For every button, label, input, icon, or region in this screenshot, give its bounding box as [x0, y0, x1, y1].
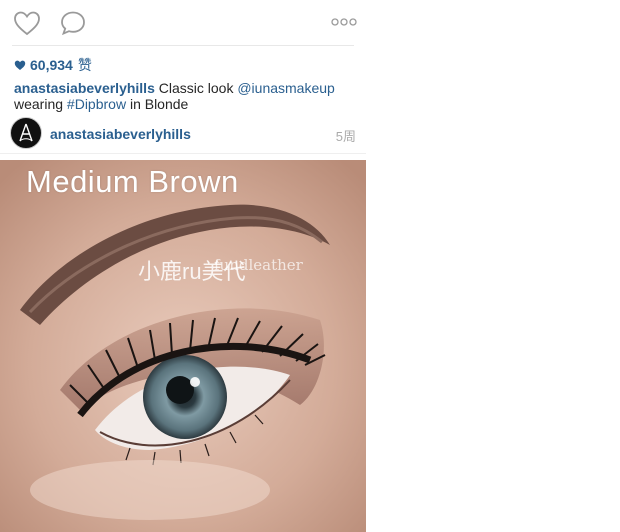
likes-number: 60,934 [30, 57, 73, 73]
post-timestamp: 5周 [335, 129, 356, 144]
likes-label: 赞 [77, 57, 92, 73]
post-header: anastasiabeverlyhills 5周 [0, 116, 366, 154]
comment-button[interactable] [58, 8, 88, 38]
caption-hashtag[interactable]: #Dipbrow [67, 96, 126, 112]
caption: anastasiabeverlyhills Classic look @iuna… [14, 80, 354, 120]
photo-watermark-faint: fundleather [214, 256, 303, 274]
caption-username[interactable]: anastasiabeverlyhills [14, 80, 155, 96]
like-button[interactable] [12, 8, 42, 38]
post-username[interactable]: anastasiabeverlyhills [50, 126, 191, 142]
caption-mention[interactable]: @iunasmakeup [237, 80, 335, 96]
caption-text-3: in Blonde [126, 96, 189, 112]
comment-bubble-icon [61, 11, 85, 36]
heart-outline-icon [14, 11, 40, 36]
header-divider [0, 153, 366, 154]
eye-closeup-image [0, 160, 366, 532]
likes-count[interactable]: 60,934 赞 [14, 56, 92, 74]
avatar[interactable] [10, 117, 42, 149]
heart-filled-icon [14, 60, 26, 70]
more-options-button[interactable] [330, 15, 358, 29]
more-dots-icon [331, 18, 357, 26]
photo-overlay-title: Medium Brown [26, 164, 239, 199]
instagram-post-panel: 60,934 赞 anastasiabeverlyhills Classic l… [0, 0, 366, 532]
caption-text: Classic look [154, 80, 238, 96]
caption-text-2: wearing [14, 96, 67, 112]
action-bar [0, 0, 366, 46]
action-divider [12, 45, 354, 46]
post-photo[interactable]: Medium Brown 小鹿ru美代 fundleather [0, 160, 366, 532]
brand-logo-icon [19, 123, 33, 142]
